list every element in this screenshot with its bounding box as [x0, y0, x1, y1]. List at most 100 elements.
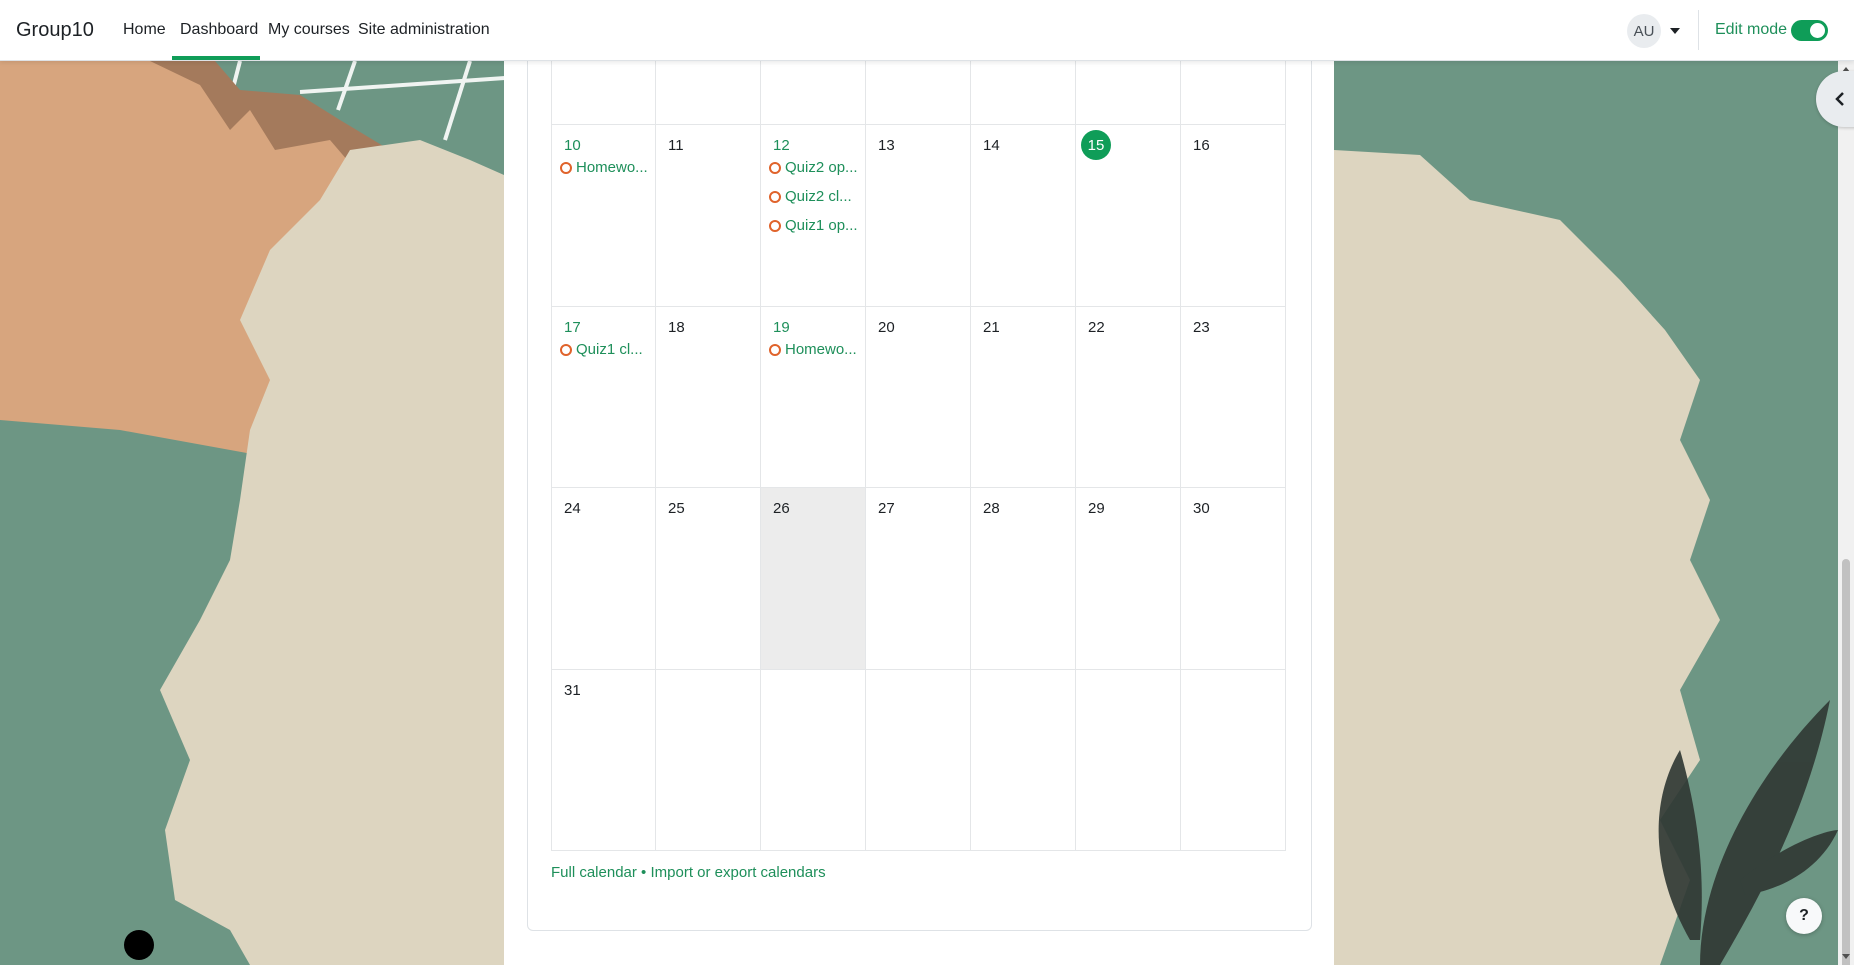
event-label: Quiz2 op...: [785, 159, 858, 176]
day-number: 14: [983, 137, 1000, 154]
day-number: 11: [668, 137, 684, 154]
calendar-day-cell[interactable]: 27: [866, 488, 971, 670]
calendar-day-cell[interactable]: 29: [1076, 488, 1181, 670]
nav-dashboard[interactable]: Dashboard: [180, 21, 258, 39]
calendar-month-grid: 10 Homewo... 11 12 Quiz2 op... Quiz2 cl... Qui…: [551, 61, 1286, 851]
scroll-thumb[interactable]: [1842, 559, 1850, 965]
decorative-dot: [124, 930, 154, 960]
event-label: Homewo...: [785, 341, 857, 358]
calendar-day-cell[interactable]: 31: [551, 670, 656, 851]
user-menu-caret-icon[interactable]: [1670, 28, 1680, 34]
calendar-event-link[interactable]: Homewo...: [769, 341, 857, 358]
calendar-day-cell[interactable]: 14: [971, 125, 1076, 307]
page-scrollbar[interactable]: [1838, 61, 1854, 965]
calendar-day-cell: [971, 61, 1076, 125]
calendar-day-cell: [1181, 61, 1286, 125]
calendar-day-cell[interactable]: 16: [1181, 125, 1286, 307]
event-label: Quiz2 cl...: [785, 188, 852, 205]
day-number[interactable]: 10: [564, 137, 581, 154]
day-number: 20: [878, 319, 895, 336]
calendar-day-cell: [656, 670, 761, 851]
toggle-knob: [1810, 23, 1825, 38]
calendar-day-cell[interactable]: 19 Homewo...: [761, 307, 866, 488]
scroll-down-icon[interactable]: [1842, 954, 1850, 959]
calendar-day-cell[interactable]: 20: [866, 307, 971, 488]
calendar-day-cell: [1076, 670, 1181, 851]
calendar-day-cell: [551, 61, 656, 125]
site-brand[interactable]: Group10: [16, 19, 94, 42]
user-avatar[interactable]: AU: [1627, 14, 1661, 48]
calendar-day-cell[interactable]: 21: [971, 307, 1076, 488]
calendar-day-cell: [761, 670, 866, 851]
calendar-footer-links: Full calendar • Import or export calenda…: [551, 864, 826, 881]
calendar-day-cell[interactable]: 26: [761, 488, 866, 670]
event-type-icon: [769, 190, 781, 203]
calendar-day-cell[interactable]: 28: [971, 488, 1076, 670]
day-number: 26: [773, 500, 790, 517]
calendar-day-cell: [1076, 61, 1181, 125]
day-number: 16: [1193, 137, 1210, 154]
day-number: 22: [1088, 319, 1105, 336]
day-number[interactable]: 12: [773, 137, 790, 154]
day-number[interactable]: 17: [564, 319, 581, 336]
calendar-week-row: 31: [551, 670, 1286, 851]
calendar-event-link[interactable]: Quiz1 op...: [769, 217, 858, 234]
calendar-day-cell[interactable]: 18: [656, 307, 761, 488]
day-number: 28: [983, 500, 1000, 517]
day-number: 24: [564, 500, 581, 517]
calendar-day-cell[interactable]: 30: [1181, 488, 1286, 670]
event-type-icon: [769, 343, 781, 356]
navbar-divider: [1698, 10, 1699, 50]
calendar-day-cell[interactable]: 17 Quiz1 cl...: [551, 307, 656, 488]
calendar-week-row: 24 25 26 27 28 29 30: [551, 488, 1286, 670]
help-button[interactable]: ?: [1786, 898, 1822, 934]
day-number: 21: [983, 319, 1000, 336]
calendar-event-link[interactable]: Quiz2 cl...: [769, 188, 852, 205]
edit-mode-label: Edit mode: [1715, 21, 1788, 38]
nav-site-administration[interactable]: Site administration: [358, 21, 490, 39]
nav-home[interactable]: Home: [123, 21, 166, 39]
event-label: Quiz1 op...: [785, 217, 858, 234]
top-navbar: Group10 Home Dashboard My courses Site a…: [0, 0, 1854, 61]
calendar-day-cell[interactable]: 22: [1076, 307, 1181, 488]
calendar-day-cell[interactable]: 10 Homewo...: [551, 125, 656, 307]
calendar-day-cell[interactable]: 15: [1076, 125, 1181, 307]
calendar-week-row: 17 Quiz1 cl... 18 19 Homewo... 20 21 22 23: [551, 307, 1286, 488]
day-number: 30: [1193, 500, 1210, 517]
calendar-day-cell: [761, 61, 866, 125]
calendar-day-cell: [656, 61, 761, 125]
day-number: 23: [1193, 319, 1210, 336]
day-number[interactable]: 19: [773, 319, 790, 336]
today-indicator[interactable]: 15: [1081, 130, 1111, 160]
calendar-week-row: [551, 61, 1286, 125]
full-calendar-link[interactable]: Full calendar: [551, 864, 637, 881]
day-number: 27: [878, 500, 895, 517]
calendar-week-row: 10 Homewo... 11 12 Quiz2 op... Quiz2 cl... Qui…: [551, 125, 1286, 307]
calendar-day-cell[interactable]: 25: [656, 488, 761, 670]
calendar-day-cell[interactable]: 23: [1181, 307, 1286, 488]
calendar-event-link[interactable]: Quiz2 op...: [769, 159, 858, 176]
day-number: 18: [668, 319, 685, 336]
day-number: 13: [878, 137, 895, 154]
nav-my-courses[interactable]: My courses: [268, 21, 350, 39]
calendar-day-cell[interactable]: 11: [656, 125, 761, 307]
day-number: 31: [564, 682, 581, 699]
calendar-day-cell[interactable]: 24: [551, 488, 656, 670]
event-type-icon: [560, 161, 572, 174]
day-number: 25: [668, 500, 685, 517]
calendar-event-link[interactable]: Homewo...: [560, 159, 648, 176]
calendar-day-cell[interactable]: 13: [866, 125, 971, 307]
chevron-left-icon: [1835, 92, 1844, 106]
calendar-day-cell[interactable]: 12 Quiz2 op... Quiz2 cl... Quiz1 op...: [761, 125, 866, 307]
calendar-day-cell: [866, 670, 971, 851]
edit-mode-toggle[interactable]: [1791, 20, 1828, 41]
event-label: Homewo...: [576, 159, 648, 176]
event-label: Quiz1 cl...: [576, 341, 643, 358]
nav-active-indicator: [172, 56, 260, 60]
event-type-icon: [560, 343, 572, 356]
event-type-icon: [769, 161, 781, 174]
footer-separator: •: [636, 864, 651, 881]
import-export-calendars-link[interactable]: Import or export calendars: [650, 864, 825, 881]
calendar-day-cell: [1181, 670, 1286, 851]
calendar-event-link[interactable]: Quiz1 cl...: [560, 341, 643, 358]
